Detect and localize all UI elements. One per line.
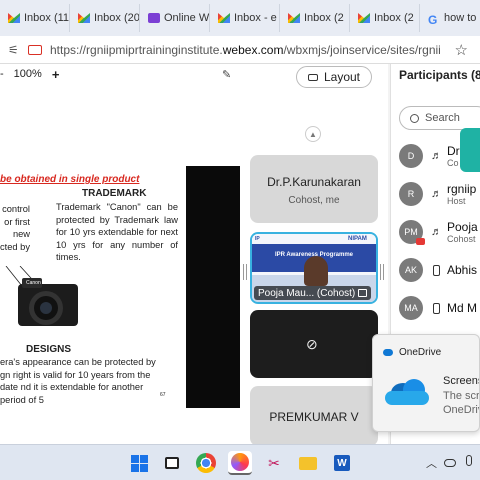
zoom-controls: - 100% + [0,64,69,84]
participant-row[interactable]: PM ♬ Pooja Cohost [399,216,480,248]
scroll-up-button[interactable]: ▲ [305,126,321,142]
slide-trademark-heading: TRADEMARK [82,188,147,199]
gmail-icon [218,13,230,23]
gmail-icon [358,13,370,23]
start-icon[interactable] [130,454,148,472]
participant-name: rgniip [447,182,477,196]
browser-tab[interactable]: Inbox (11 [0,4,70,32]
participant-row[interactable]: R ♬ rgniip Host [399,178,480,210]
participant-role: Cohost [447,234,476,244]
browser-tab[interactable]: Ghow to d [420,4,480,32]
participant-name: PREMKUMAR V [269,410,359,424]
browser-tab[interactable]: Inbox (2 [350,4,420,32]
layout-button[interactable]: Layout [296,66,372,88]
shared-slide: be obtained in single product TRADEMARK … [0,166,186,408]
windows-taskbar: ✂ W ︿ [0,444,480,480]
zoom-out-button[interactable]: - [0,68,4,80]
browser-tab[interactable]: Online W [140,4,210,32]
notification-header: OneDrive [383,347,441,358]
screen-share-icon [358,289,368,297]
participant-name: Md M [447,301,477,315]
panel-title: Participants (82 [399,68,480,82]
avatar: MA [399,296,423,320]
slide-designs-heading: DESIGNS [26,344,72,355]
site-settings-icon[interactable]: ⚟ [8,43,24,57]
nipam-logo: NIPAM [348,236,367,242]
tray-onedrive-icon[interactable] [444,459,456,467]
video-tile[interactable]: PREMKUMAR V [250,386,378,446]
slide-page-number: 67 [160,392,166,398]
annotate-icon[interactable]: ✎ [222,68,231,81]
avatar: D [399,144,423,168]
onedrive-notification[interactable]: OneDrive Screens The scre OneDriv [372,334,480,432]
forms-icon [148,13,160,23]
video-tile[interactable]: ⊘ [250,310,378,378]
google-icon: G [428,13,438,27]
participant-name: Abhis [447,263,478,277]
url-text[interactable]: https://rgniipmiprtraininginstitute.webe… [50,43,440,57]
notification-body: The scre [443,390,480,402]
slide-margin [186,166,240,408]
gmail-icon [8,13,20,23]
svg-text:Canon: Canon [26,280,41,286]
speaker-figure [304,256,328,286]
layout-icon [307,73,318,81]
tray-chevron-icon[interactable]: ︿ [426,455,437,471]
participant-role: Host [447,196,466,206]
avatar: PM [399,220,425,245]
resize-handle[interactable] [380,264,384,280]
snipping-tool-icon[interactable]: ✂ [262,451,286,475]
notification-title: Screens [443,375,480,387]
video-tile-active-speaker[interactable]: IPR Awareness Programme IP NIPAM Pooja M… [250,232,378,304]
slide-title: be obtained in single product [0,174,140,185]
left-logo: IP [255,236,260,242]
participant-role: Cohost, me [288,195,340,206]
floating-action-button[interactable] [460,128,480,172]
address-bar[interactable]: ⚟ https://rgniipmiprtraininginstitute.we… [0,36,480,64]
resize-handle[interactable] [243,264,247,280]
chrome-icon[interactable] [196,453,216,473]
camera-off-icon: ⊘ [306,336,318,352]
browser-tab-strip: Inbox (11 Inbox (20 Online W Inbox - e I… [0,0,480,36]
zoom-level: 100% [13,68,42,80]
headset-icon: ♬ [431,226,442,238]
onedrive-icon [383,349,393,356]
participant-search-input[interactable]: Search [399,106,480,130]
zoom-in-button[interactable]: + [52,67,60,82]
video-tile-label: Pooja Mau... (Cohost) [254,286,372,300]
file-explorer-icon[interactable] [296,451,320,475]
gmail-icon [78,13,90,23]
gmail-icon [288,13,300,23]
mobile-device-icon [433,264,440,276]
onedrive-cloud-icon [385,379,429,405]
headset-icon: ♬ [431,188,442,200]
video-tile[interactable]: Dr.P.Karunakaran Cohost, me [250,155,378,223]
participant-name: Pooja [447,220,478,234]
tray-microphone-icon[interactable] [466,455,472,466]
avatar: AK [399,258,423,282]
headset-icon: ♬ [431,150,442,162]
participant-name: Dr.P.Karunakaran [267,175,361,189]
slide-left-text: control or first new cted by [0,204,30,252]
firefox-icon[interactable] [228,451,252,475]
notification-body: OneDriv [443,404,480,416]
word-icon[interactable]: W [330,451,354,475]
avatar: R [399,182,423,206]
participant-row[interactable]: MA Md M [399,292,480,324]
meeting-stage: - 100% + ✎ Layout ▲ be obtained in singl… [0,64,388,446]
slide-design-text: era's appearance can be protected by gn … [0,357,156,405]
task-view-icon[interactable] [160,451,184,475]
video-badge-icon [416,238,425,245]
browser-tab[interactable]: Inbox (2 [280,4,350,32]
bookmark-star-icon[interactable]: ☆ [455,41,468,59]
search-icon [410,113,419,123]
camera-in-use-icon[interactable] [28,44,42,55]
browser-tab[interactable]: Inbox (20 [70,4,140,32]
camera-image: Canon [5,266,78,326]
mobile-device-icon [433,302,440,314]
slide-trademark-text: Trademark "Canon" can be protected by Tr… [56,202,178,262]
browser-tab[interactable]: Inbox - e [210,4,280,32]
participant-row[interactable]: AK Abhis [399,254,480,286]
